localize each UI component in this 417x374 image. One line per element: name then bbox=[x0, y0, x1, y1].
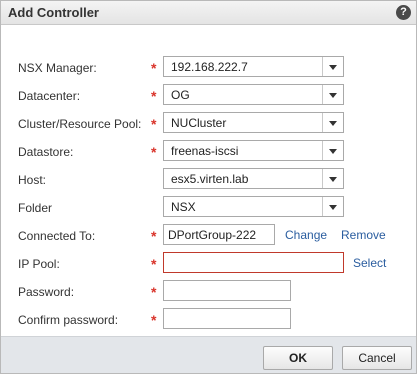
datacenter-row: Datacenter: * OG bbox=[1, 84, 416, 108]
dropdown-arrow[interactable] bbox=[322, 141, 343, 160]
nsx-manager-label: NSX Manager: bbox=[18, 61, 97, 75]
folder-label: Folder bbox=[18, 201, 53, 215]
dropdown-arrow[interactable] bbox=[322, 85, 343, 104]
nsx-manager-row: NSX Manager: * 192.168.222.7 bbox=[1, 56, 416, 80]
datacenter-select[interactable]: OG bbox=[163, 84, 344, 105]
dialog-title: Add Controller bbox=[8, 5, 99, 20]
ok-button[interactable]: OK bbox=[263, 346, 333, 370]
cluster-row: Cluster/Resource Pool: * NUCluster bbox=[1, 112, 416, 136]
password-field[interactable] bbox=[163, 280, 291, 301]
cancel-button[interactable]: Cancel bbox=[342, 346, 412, 370]
datastore-row: Datastore: * freenas-iscsi bbox=[1, 140, 416, 164]
required-marker: * bbox=[151, 144, 157, 160]
confirm-password-field[interactable] bbox=[163, 308, 291, 329]
dialog-footer: OK Cancel bbox=[1, 336, 416, 373]
chevron-down-icon bbox=[329, 149, 337, 154]
nsx-manager-value: 192.168.222.7 bbox=[171, 60, 248, 74]
dropdown-arrow[interactable] bbox=[322, 57, 343, 76]
required-marker: * bbox=[151, 116, 157, 132]
confirm-password-row: Confirm password: * bbox=[1, 308, 416, 332]
ip-pool-label: IP Pool: bbox=[18, 257, 60, 271]
chevron-down-icon bbox=[329, 93, 337, 98]
ip-pool-field[interactable] bbox=[163, 252, 344, 273]
connected-to-label: Connected To: bbox=[18, 229, 96, 243]
required-marker: * bbox=[151, 60, 157, 76]
chevron-down-icon bbox=[329, 177, 337, 182]
connected-to-row: Connected To: * DPortGroup-222 Change Re… bbox=[1, 224, 416, 248]
datastore-select[interactable]: freenas-iscsi bbox=[163, 140, 344, 161]
required-marker: * bbox=[151, 228, 157, 244]
required-marker: * bbox=[151, 312, 157, 328]
help-icon[interactable]: ? bbox=[396, 5, 411, 20]
datacenter-value: OG bbox=[171, 88, 190, 102]
select-link[interactable]: Select bbox=[353, 256, 386, 270]
cluster-value: NUCluster bbox=[171, 116, 227, 130]
host-value: esx5.virten.lab bbox=[171, 172, 249, 186]
host-row: Host: esx5.virten.lab bbox=[1, 168, 416, 192]
dialog-titlebar: Add Controller ? bbox=[1, 1, 416, 25]
chevron-down-icon bbox=[329, 121, 337, 126]
required-marker: * bbox=[151, 88, 157, 104]
folder-row: Folder NSX bbox=[1, 196, 416, 220]
cluster-label: Cluster/Resource Pool: bbox=[18, 117, 142, 131]
ip-pool-row: IP Pool: * Select bbox=[1, 252, 416, 276]
folder-select[interactable]: NSX bbox=[163, 196, 344, 217]
password-row: Password: * bbox=[1, 280, 416, 304]
host-label: Host: bbox=[18, 173, 47, 187]
cluster-select[interactable]: NUCluster bbox=[163, 112, 344, 133]
chevron-down-icon bbox=[329, 205, 337, 210]
dropdown-arrow[interactable] bbox=[322, 197, 343, 216]
nsx-manager-select[interactable]: 192.168.222.7 bbox=[163, 56, 344, 77]
host-select[interactable]: esx5.virten.lab bbox=[163, 168, 344, 189]
datastore-label: Datastore: bbox=[18, 145, 74, 159]
change-link[interactable]: Change bbox=[285, 228, 327, 242]
connected-to-field: DPortGroup-222 bbox=[163, 224, 275, 245]
add-controller-dialog: Add Controller ? NSX Manager: * 192.168.… bbox=[0, 0, 417, 374]
chevron-down-icon bbox=[329, 65, 337, 70]
datastore-value: freenas-iscsi bbox=[171, 144, 239, 158]
remove-link[interactable]: Remove bbox=[341, 228, 386, 242]
password-label: Password: bbox=[18, 285, 75, 299]
datacenter-label: Datacenter: bbox=[18, 89, 81, 103]
folder-value: NSX bbox=[171, 200, 196, 214]
required-marker: * bbox=[151, 284, 157, 300]
required-marker: * bbox=[151, 256, 157, 272]
dropdown-arrow[interactable] bbox=[322, 113, 343, 132]
dropdown-arrow[interactable] bbox=[322, 169, 343, 188]
connected-to-value: DPortGroup-222 bbox=[168, 228, 257, 242]
confirm-password-label: Confirm password: bbox=[18, 313, 119, 327]
